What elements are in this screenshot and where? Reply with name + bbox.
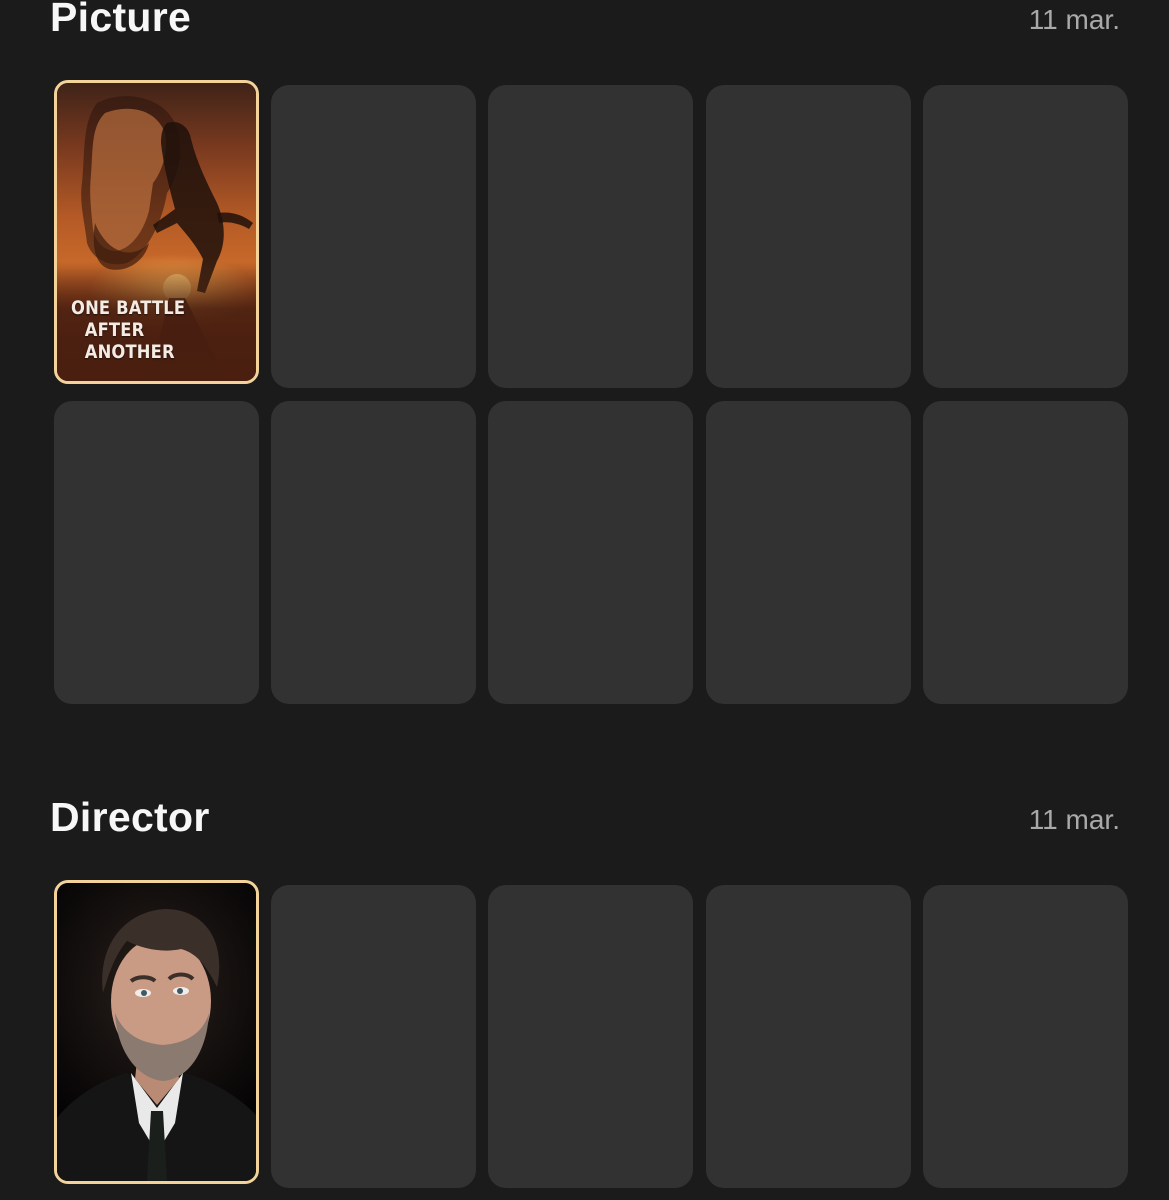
nominee-slot-empty[interactable] xyxy=(923,85,1128,388)
poster-title-text: ONE BATTLE AFTER ANOTHER xyxy=(71,297,186,363)
nominee-slot-empty[interactable] xyxy=(54,401,259,704)
director-portrait-image xyxy=(57,883,256,1181)
category-date: 11 mar. xyxy=(1028,4,1120,35)
nominee-slot-empty[interactable] xyxy=(488,401,693,704)
movie-poster-image: ONE BATTLE AFTER ANOTHER xyxy=(57,83,256,381)
nominee-slot-empty[interactable] xyxy=(923,401,1128,704)
nominee-slot-selected[interactable] xyxy=(54,880,259,1184)
category-date: 11 mar. xyxy=(1028,804,1120,835)
nominee-slot-empty[interactable] xyxy=(706,401,911,704)
prediction-page: Picture 11 mar. ONE BATTLE AFTER ANOTHER… xyxy=(0,0,1169,1200)
category-picture: Picture 11 mar. ONE BATTLE AFTER ANOTHER xyxy=(0,0,1169,720)
nominee-slot-empty[interactable] xyxy=(271,85,476,388)
person-portrait-icon xyxy=(57,909,256,1181)
nominee-slot-empty[interactable] xyxy=(923,885,1128,1188)
category-title: Picture xyxy=(50,0,192,40)
nominee-slot-empty[interactable] xyxy=(271,401,476,704)
nominee-slot-empty[interactable] xyxy=(488,85,693,388)
category-header: Director 11 mar. xyxy=(50,794,1120,840)
category-director: Director 11 mar. xyxy=(0,794,1169,1200)
category-title: Director xyxy=(50,794,210,840)
nominee-slot-empty[interactable] xyxy=(706,885,911,1188)
nominee-slot-selected[interactable]: ONE BATTLE AFTER ANOTHER xyxy=(54,80,259,384)
nominee-slot-empty[interactable] xyxy=(488,885,693,1188)
nominee-slot-empty[interactable] xyxy=(706,85,911,388)
nominee-slot-empty[interactable] xyxy=(271,885,476,1188)
category-header: Picture 11 mar. xyxy=(50,0,1120,40)
